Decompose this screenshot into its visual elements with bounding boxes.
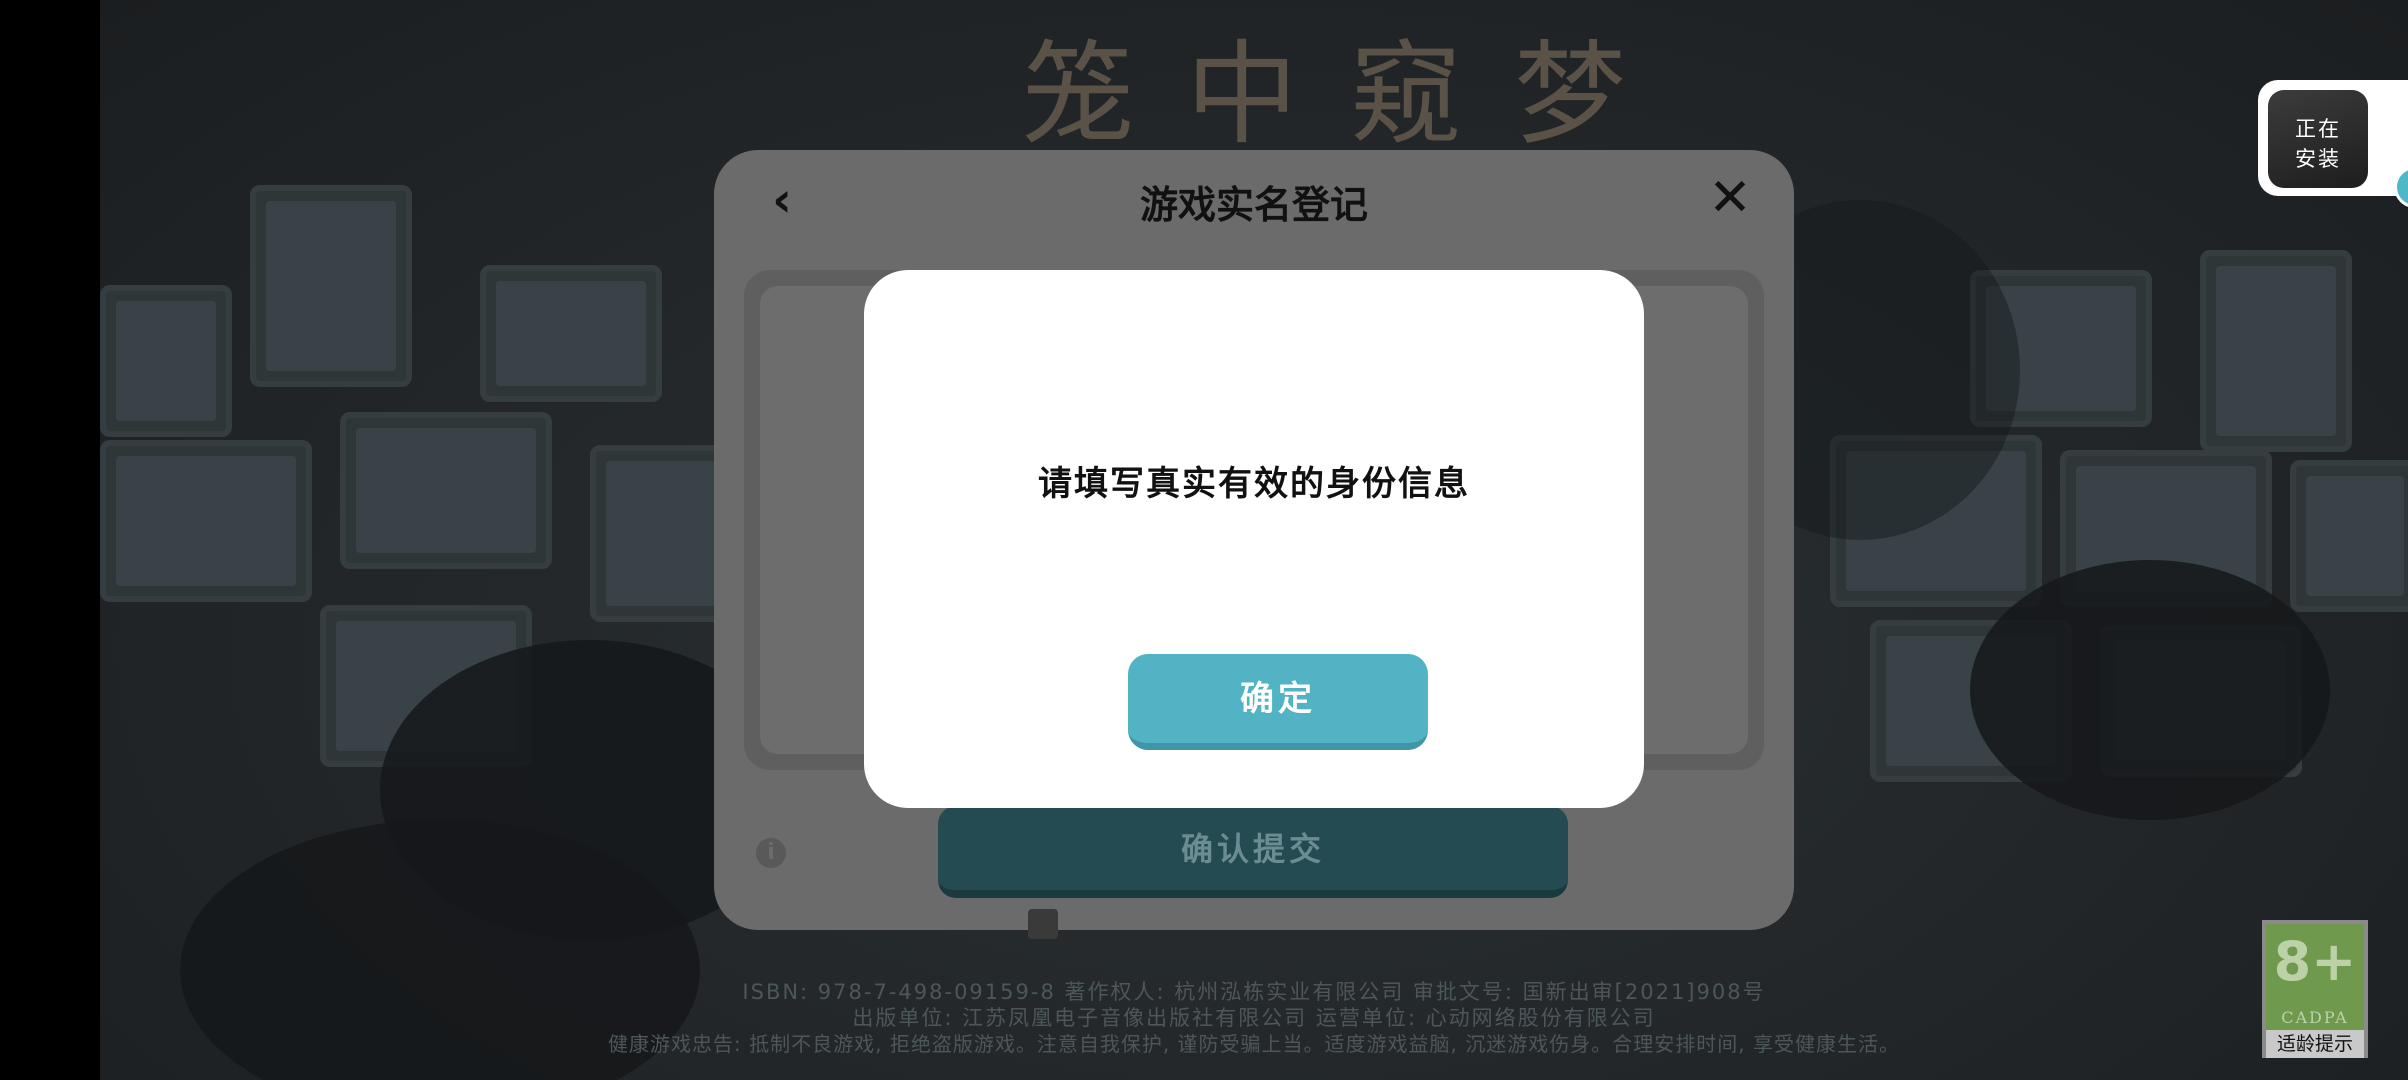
age-rating-label: 适龄提示 xyxy=(2266,1030,2364,1058)
alert-message: 请填写真实有效的身份信息 xyxy=(1038,464,1470,504)
wall-frame xyxy=(100,440,312,602)
left-black-bar xyxy=(0,0,100,1080)
game-title: 笼中窥梦 xyxy=(1022,30,1678,160)
info-icon[interactable]: i xyxy=(756,838,786,868)
app-thumbnail: 正在 安装 xyxy=(2268,90,2368,188)
age-rating-value: 8+ xyxy=(2273,930,2357,993)
installing-label: 正在 安装 xyxy=(2268,114,2368,174)
footer-health-advice: 健康游戏忠告: 抵制不良游戏, 拒绝盗版游戏。注意自我保护, 谨防受骗上当。适度… xyxy=(608,1032,1900,1056)
confirm-button[interactable]: 确定 xyxy=(1128,654,1428,750)
agreement-row xyxy=(1028,908,1478,939)
wall-frame xyxy=(2200,250,2352,452)
wall-frame xyxy=(340,412,552,569)
game-screen: 笼中窥梦 ISBN: 978-7-498-09159-8 著作权人: 杭州泓栋实… xyxy=(0,0,2408,1080)
wall-frame xyxy=(100,285,232,437)
agreement-checkbox[interactable] xyxy=(1028,908,1058,939)
installing-badge[interactable]: 正在 安装 2 xyxy=(2258,80,2408,208)
wall-frame xyxy=(480,265,662,402)
age-rating-org: CADPA xyxy=(2281,1008,2349,1027)
registration-title: 游戏实名登记 xyxy=(1139,182,1368,227)
age-rating-badge[interactable]: 8+ CADPA 适龄提示 xyxy=(2262,920,2368,1058)
installing-label-line1: 正在 xyxy=(2295,117,2341,141)
alert-dialog: 请填写真实有效的身份信息 确定 xyxy=(864,270,1644,808)
foliage-silhouette xyxy=(1970,560,2330,820)
installing-label-line2: 安装 xyxy=(2295,147,2341,171)
close-icon[interactable]: ✕ xyxy=(1706,172,1754,224)
wall-frame xyxy=(2290,460,2408,612)
wall-frame xyxy=(250,185,412,387)
submit-button[interactable]: 确认提交 xyxy=(938,806,1568,898)
